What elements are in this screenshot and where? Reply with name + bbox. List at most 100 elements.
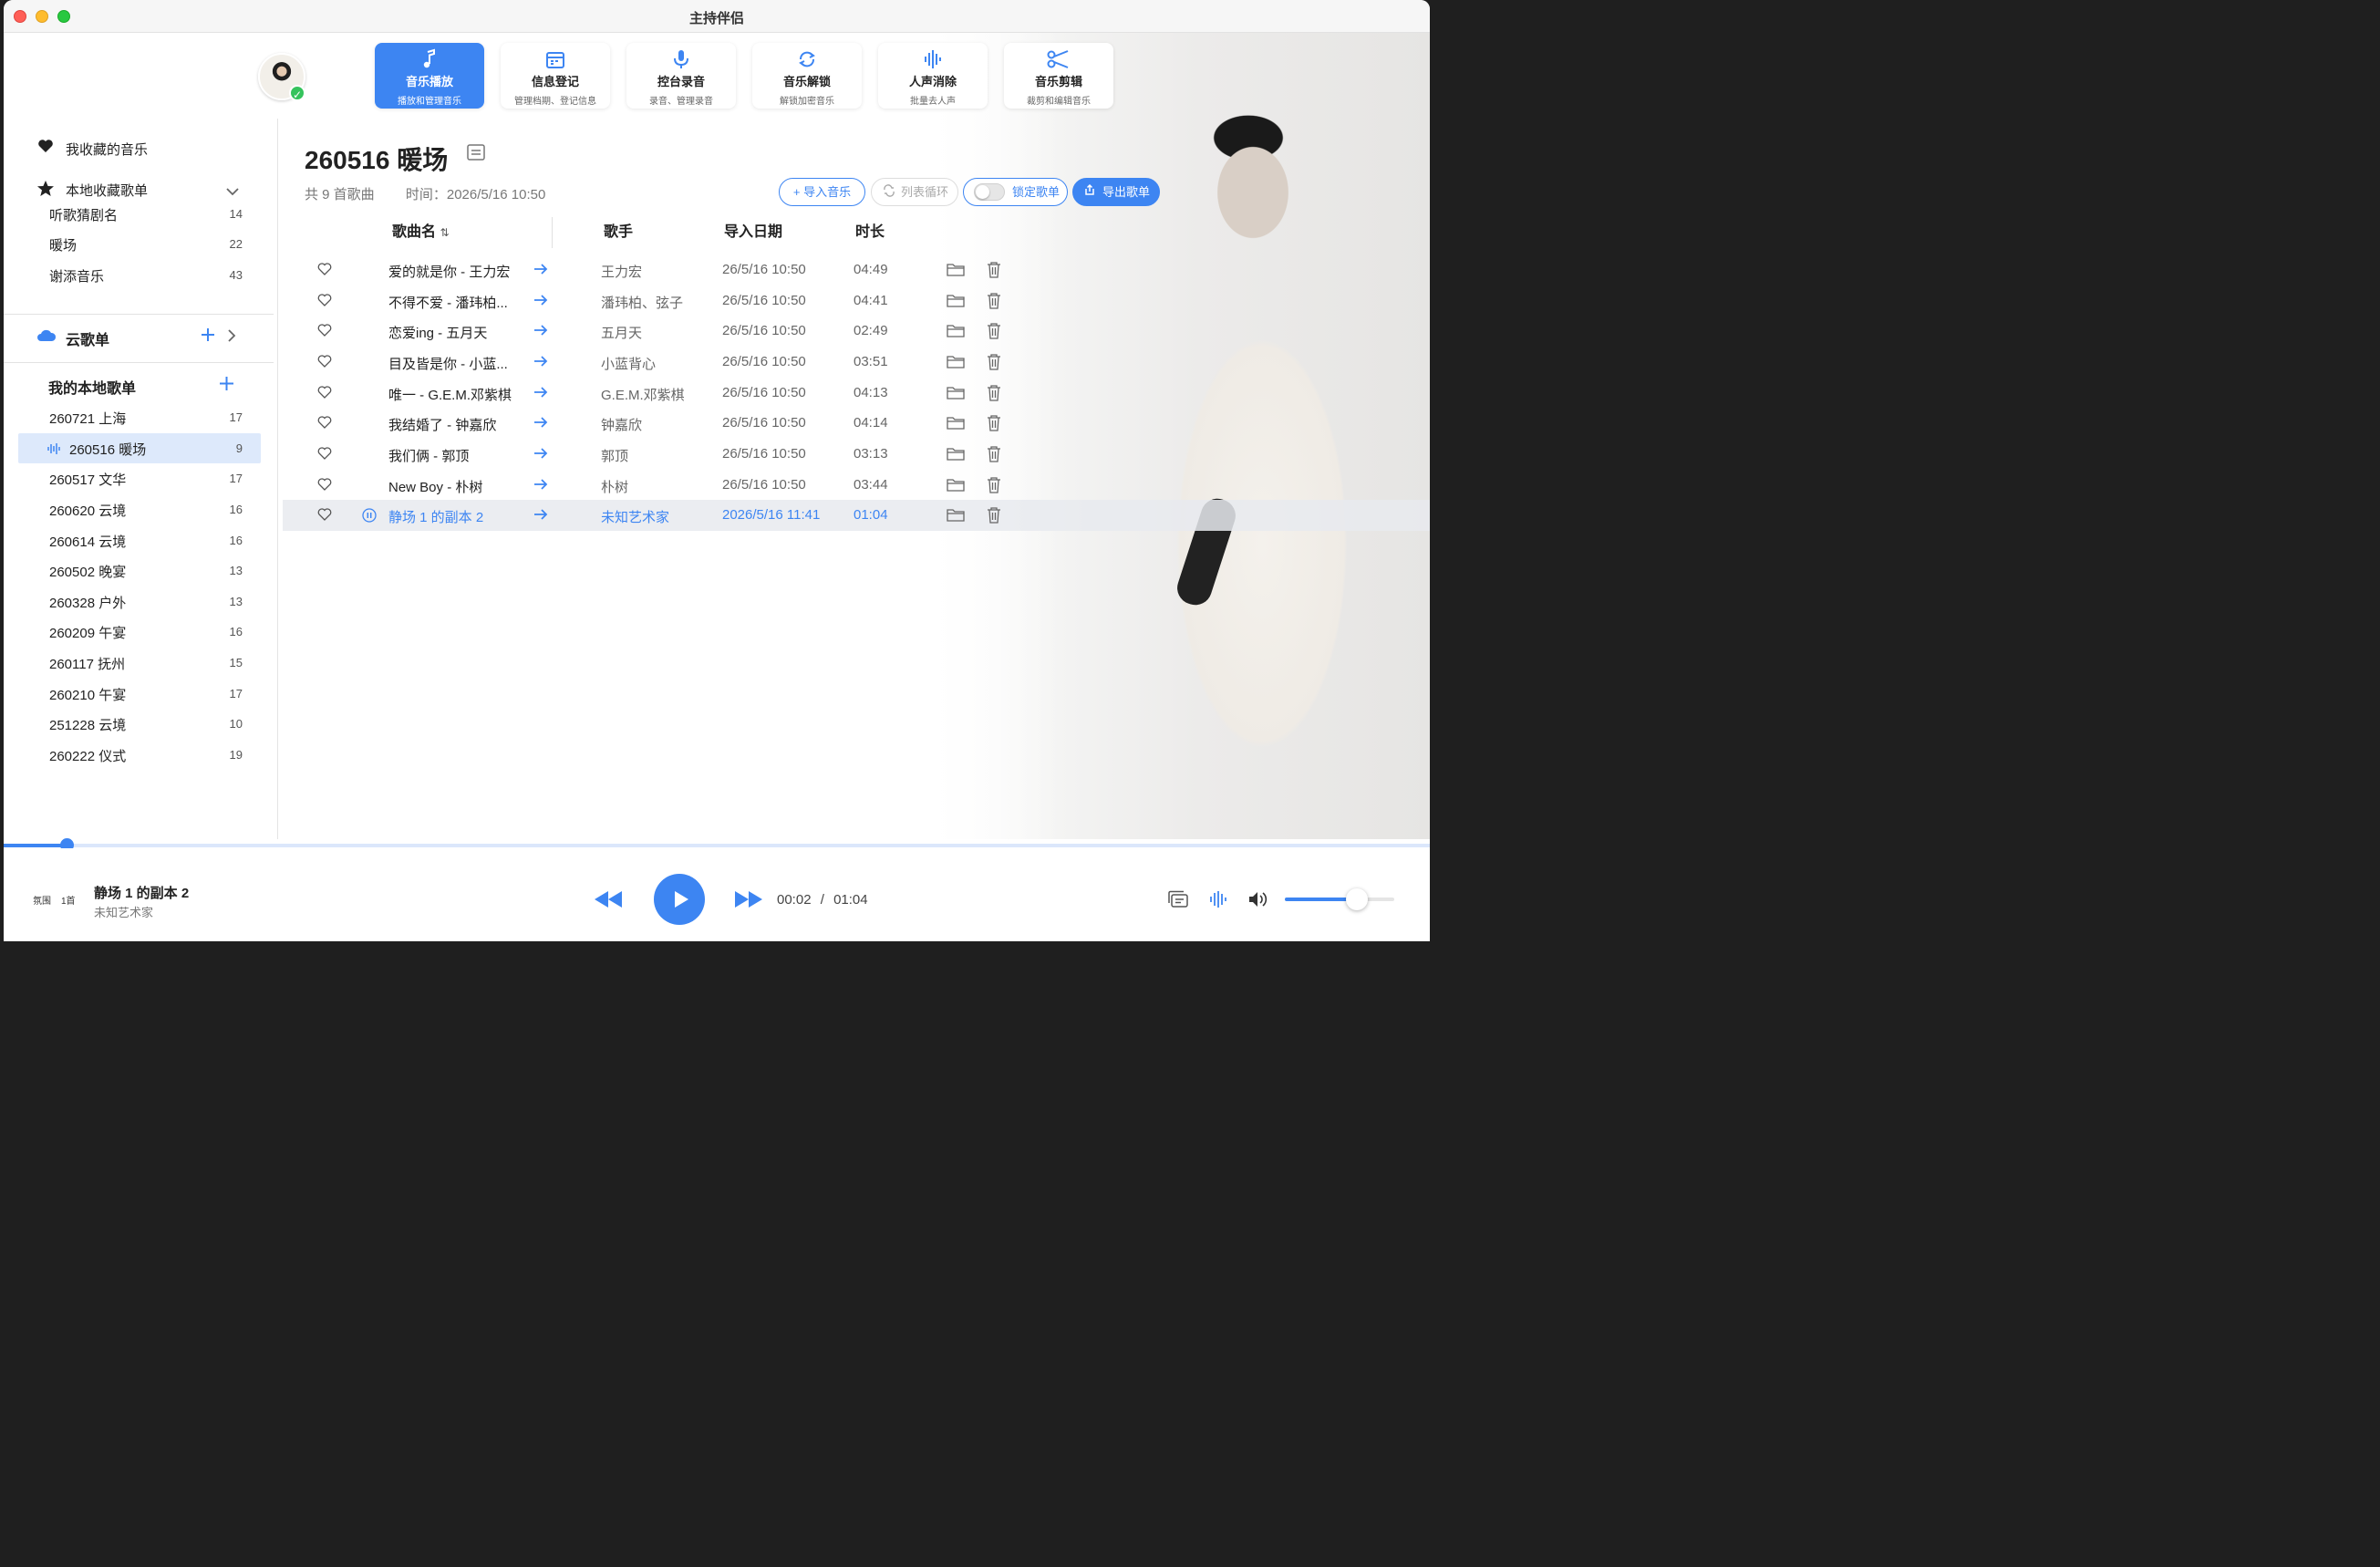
song-artist: 未知艺术家: [601, 510, 670, 525]
song-name: 我们俩 - 郭顶: [388, 449, 470, 464]
sidebar-item-local-6[interactable]: 260328 户外 13: [18, 586, 261, 617]
arrow-right-icon[interactable]: [533, 354, 549, 373]
folder-icon[interactable]: [947, 263, 965, 282]
sidebar-item-collected-0[interactable]: 听歌猜剧名 14: [18, 199, 261, 229]
single-mode-icon[interactable]: 1首: [61, 893, 76, 907]
table-row[interactable]: 我结婚了 - 钟嘉欣 钟嘉欣 26/5/16 10:50 04:14: [283, 408, 1430, 439]
sidebar-item-collected-2[interactable]: 谢添音乐 43: [18, 260, 261, 290]
trash-icon[interactable]: [987, 384, 1001, 406]
table-row[interactable]: 唯一 - G.E.M.邓紫棋 G.E.M.邓紫棋 26/5/16 10:50 0…: [283, 378, 1430, 409]
arrow-right-icon[interactable]: [533, 446, 549, 465]
heart-icon[interactable]: [317, 294, 332, 311]
song-date: 26/5/16 10:50: [722, 293, 806, 308]
tool-music-play[interactable]: 音乐播放 播放和管理音乐: [375, 43, 484, 109]
arrow-right-icon[interactable]: [533, 262, 549, 281]
song-duration: 03:13: [854, 446, 888, 462]
arrow-right-icon[interactable]: [533, 415, 549, 434]
chevron-right-icon[interactable]: [228, 329, 236, 347]
table-row[interactable]: 我们俩 - 郭顶 郭顶 26/5/16 10:50 03:13: [283, 439, 1430, 470]
volume-handle[interactable]: [1346, 888, 1369, 910]
folder-icon[interactable]: [947, 294, 965, 313]
arrow-right-icon[interactable]: [533, 293, 549, 312]
tool-console-record[interactable]: 控台录音 录音、管理录音: [626, 43, 736, 109]
table-row[interactable]: 目及皆是你 - 小蓝... 小蓝背心 26/5/16 10:50 03:51: [283, 347, 1430, 378]
folder-icon[interactable]: [947, 478, 965, 497]
heart-icon[interactable]: [317, 355, 332, 372]
table-row[interactable]: New Boy - 朴树 朴树 26/5/16 10:50 03:44: [283, 470, 1430, 501]
export-playlist-button[interactable]: 导出歌单: [1072, 178, 1160, 206]
heart-icon[interactable]: [317, 263, 332, 280]
folder-icon[interactable]: [947, 386, 965, 405]
arrow-right-icon[interactable]: [533, 385, 549, 404]
trash-icon[interactable]: [987, 322, 1001, 344]
table-row-playing[interactable]: 静场 1 的副本 2 未知艺术家 2026/5/16 11:41 01:04: [283, 500, 1430, 531]
import-music-button[interactable]: + 导入音乐: [779, 178, 865, 206]
ambience-mode-icon[interactable]: 氛围: [33, 893, 51, 907]
sidebar-item-local-4[interactable]: 260614 云境 16: [18, 525, 261, 555]
song-date: 26/5/16 10:50: [722, 323, 806, 338]
tool-music-edit[interactable]: 音乐剪辑 裁剪和编辑音乐: [1004, 43, 1113, 109]
sidebar-item-local-1[interactable]: 260516 暖场 9: [18, 433, 261, 463]
progress-track[interactable]: [4, 844, 1430, 847]
trash-icon[interactable]: [987, 506, 1001, 528]
volume-icon[interactable]: [1247, 890, 1269, 913]
trash-icon[interactable]: [987, 445, 1001, 467]
sidebar-item-local-2[interactable]: 260517 文华 17: [18, 463, 261, 493]
trash-icon[interactable]: [987, 353, 1001, 375]
trash-icon[interactable]: [987, 476, 1001, 498]
folder-icon[interactable]: [947, 324, 965, 343]
notes-icon[interactable]: [467, 144, 485, 165]
table-row[interactable]: 不得不爱 - 潘玮柏... 潘玮柏、弦子 26/5/16 10:50 04:41: [283, 285, 1430, 317]
trash-icon[interactable]: [987, 292, 1001, 314]
sidebar-item-local-5[interactable]: 260502 晚宴 13: [18, 555, 261, 586]
sidebar-item-local-0[interactable]: 260721 上海 17: [18, 402, 261, 432]
sidebar-item-local-10[interactable]: 251228 云境 10: [18, 709, 261, 739]
add-cloud-playlist-icon[interactable]: [201, 327, 215, 347]
sidebar-item-local-7[interactable]: 260209 午宴 16: [18, 617, 261, 647]
cloud-icon: [36, 328, 57, 348]
heart-icon[interactable]: [317, 478, 332, 495]
column-header-name[interactable]: 歌曲名 ⇅: [392, 219, 450, 241]
trash-icon[interactable]: [987, 261, 1001, 283]
arrow-right-icon[interactable]: [533, 323, 549, 342]
sidebar-item-local-11[interactable]: 260222 仪式 19: [18, 740, 261, 770]
tool-info-register[interactable]: 信息登记 管理档期、登记信息: [501, 43, 610, 109]
song-date: 26/5/16 10:50: [722, 477, 806, 493]
song-count: 共 9 首歌曲: [305, 187, 375, 202]
column-header-artist: 歌手: [604, 224, 634, 240]
column-divider[interactable]: [552, 217, 553, 248]
song-artist: G.E.M.邓紫棋: [601, 388, 685, 403]
lock-toggle[interactable]: [974, 183, 1005, 201]
folder-icon[interactable]: [947, 447, 965, 466]
trash-icon[interactable]: [987, 414, 1001, 436]
sidebar-item-local-3[interactable]: 260620 云境 16: [18, 494, 261, 524]
tool-vocal-remove[interactable]: 人声消除 批量去人声: [878, 43, 988, 109]
heart-icon[interactable]: [317, 447, 332, 464]
add-local-playlist-icon[interactable]: [219, 376, 234, 396]
heart-icon[interactable]: [317, 324, 332, 341]
heart-icon[interactable]: [317, 416, 332, 433]
folder-icon[interactable]: [947, 508, 965, 527]
queue-icon[interactable]: [1167, 890, 1189, 913]
folder-icon[interactable]: [947, 355, 965, 374]
waveform-toggle-icon[interactable]: [1209, 890, 1227, 913]
sidebar-item-collected-1[interactable]: 暖场 22: [18, 229, 261, 259]
table-row[interactable]: 恋爱ing - 五月天 五月天 26/5/16 10:50 02:49: [283, 316, 1430, 347]
fast-forward-icon[interactable]: [733, 889, 764, 914]
rewind-icon[interactable]: [593, 889, 624, 914]
sidebar-item-local-9[interactable]: 260210 午宴 17: [18, 679, 261, 709]
table-row[interactable]: 爱的就是你 - 王力宏 王力宏 26/5/16 10:50 04:49: [283, 254, 1430, 285]
play-button[interactable]: [654, 874, 705, 925]
arrow-right-icon[interactable]: [533, 507, 549, 526]
total-time: 01:04: [833, 892, 868, 908]
heart-icon[interactable]: [317, 386, 332, 403]
arrow-right-icon[interactable]: [533, 477, 549, 496]
tool-music-unlock[interactable]: 音乐解锁 解锁加密音乐: [752, 43, 862, 109]
sidebar-item-local-8[interactable]: 260117 抚州 15: [18, 648, 261, 678]
folder-icon[interactable]: [947, 416, 965, 435]
song-duration: 03:51: [854, 354, 888, 369]
sort-icon[interactable]: ⇅: [440, 226, 449, 239]
pause-icon[interactable]: [362, 508, 377, 527]
heart-icon[interactable]: [317, 508, 332, 525]
list-loop-button[interactable]: 列表循环: [871, 178, 958, 206]
